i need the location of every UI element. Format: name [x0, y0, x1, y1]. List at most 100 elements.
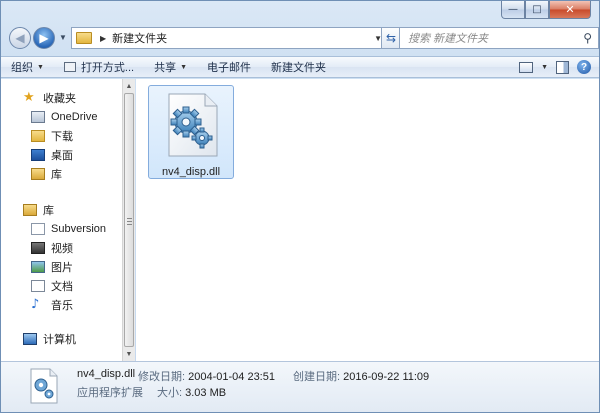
file-list[interactable]: nv4_disp.dll	[136, 79, 599, 361]
breadcrumb-chevron-icon[interactable]: ▶	[100, 34, 106, 43]
details-modified-value: 2004-01-04 23:51	[188, 371, 275, 383]
nav-libraries-label: 库	[43, 204, 54, 217]
download-folder-icon	[31, 129, 45, 142]
subversion-library-icon	[31, 222, 45, 235]
email-button[interactable]: 电子邮件	[197, 57, 261, 77]
details-size-value: 3.03 MB	[185, 387, 227, 399]
new-folder-label: 新建文件夹	[271, 62, 327, 74]
nav-item-onedrive[interactable]: OneDrive	[1, 107, 122, 126]
folder-icon	[76, 32, 92, 44]
details-created-value: 2016-09-22 11:09	[343, 371, 430, 383]
address-row: ◀ ▶ ▼ ▶ 新建文件夹 ▼ ⇆ 搜索 新建文件夹 ⚲	[9, 25, 599, 51]
open-with-label: 打开方式...	[80, 62, 135, 74]
nav-item-desktop[interactable]: 桌面	[1, 145, 122, 164]
open-with-icon	[63, 62, 76, 72]
chevron-down-icon: ▼	[37, 63, 44, 71]
star-icon: ★	[23, 90, 35, 105]
close-button[interactable]: ✕	[549, 1, 591, 19]
refresh-icon: ⇆	[385, 31, 397, 45]
navigation-scrollbar[interactable]: ▲ ▼	[122, 79, 135, 361]
nav-libraries[interactable]: 库	[1, 200, 122, 219]
favorites-group: ★ 收藏夹 OneDrive 下载 桌面 库	[1, 88, 122, 183]
nav-item-label: Subversion	[51, 222, 107, 235]
nav-item-label: 桌面	[51, 149, 73, 162]
details-pane: nv4_disp.dll 应用程序扩展 修改日期: 2004-01-04 23:…	[1, 361, 599, 412]
music-note-icon: ♪	[31, 297, 40, 312]
search-input[interactable]: 搜索 新建文件夹 ⚲	[399, 27, 599, 49]
search-placeholder: 搜索 新建文件夹	[408, 33, 489, 45]
explorer-window: — □ ✕ ◀ ▶ ▼ ▶ 新建文件夹 ▼ ⇆ 搜索 新建文件夹 ⚲ 组织 ▼ …	[0, 0, 600, 413]
share-label: 共享	[154, 62, 177, 74]
picture-icon	[31, 260, 45, 273]
video-icon	[31, 241, 45, 254]
dll-gear-icon	[30, 368, 58, 404]
nav-item-downloads[interactable]: 下载	[1, 126, 122, 145]
desktop-icon	[31, 148, 45, 161]
nav-item-music[interactable]: ♪ 音乐	[1, 295, 122, 314]
grip-line	[127, 221, 132, 222]
nav-item-library-shortcut[interactable]: 库	[1, 164, 122, 183]
details-size: 大小: 3.03 MB	[157, 384, 226, 400]
history-dropdown-icon[interactable]: ▼	[59, 33, 67, 42]
navigation-pane: ★ 收藏夹 OneDrive 下载 桌面 库 库 Subversion 视频 图…	[1, 79, 122, 361]
address-bar[interactable]: ▶ 新建文件夹 ▼	[71, 27, 389, 49]
caption-buttons: — □ ✕	[501, 1, 591, 19]
grip-line	[127, 218, 132, 219]
dll-gear-icon	[168, 93, 218, 157]
refresh-button[interactable]: ⇆	[381, 27, 401, 49]
library-icon	[31, 167, 45, 180]
details-created: 创建日期: 2016-09-22 11:09	[293, 368, 429, 384]
chevron-down-icon: ▼	[180, 63, 188, 71]
forward-button[interactable]: ▶	[33, 27, 55, 49]
grip-line	[127, 224, 132, 225]
scrollbar-thumb[interactable]	[124, 93, 134, 347]
open-with-button[interactable]: 打开方式...	[54, 57, 144, 77]
document-icon	[31, 279, 45, 292]
nav-item-videos[interactable]: 视频	[1, 238, 122, 257]
nav-item-subversion[interactable]: Subversion	[1, 219, 122, 238]
computer-group: 计算机	[1, 329, 122, 348]
libraries-group: 库 Subversion 视频 图片 文档 ♪ 音乐	[1, 200, 122, 314]
toolbar-right: ▼ ?	[519, 60, 599, 74]
nav-item-label: 音乐	[51, 299, 73, 312]
nav-item-label: 库	[51, 168, 62, 181]
file-item[interactable]: nv4_disp.dll	[148, 85, 234, 179]
computer-icon	[23, 332, 37, 345]
details-file-name: nv4_disp.dll	[77, 368, 136, 380]
nav-item-label: 图片	[51, 261, 73, 274]
library-icon	[23, 203, 37, 216]
preview-pane-icon[interactable]	[556, 60, 569, 74]
back-button[interactable]: ◀	[9, 27, 31, 49]
view-dropdown-icon[interactable]: ▼	[541, 64, 548, 71]
command-bar: 组织 ▼ 打开方式... 共享 ▼ 电子邮件 新建文件夹 ▼ ?	[1, 56, 599, 78]
new-folder-button[interactable]: 新建文件夹	[261, 57, 336, 77]
help-icon[interactable]: ?	[577, 60, 591, 74]
share-button[interactable]: 共享 ▼	[144, 57, 197, 77]
nav-item-documents[interactable]: 文档	[1, 276, 122, 295]
nav-item-label: 下载	[51, 130, 73, 143]
details-modified-label: 修改日期:	[138, 371, 186, 383]
nav-computer-label: 计算机	[43, 333, 76, 346]
scroll-up-icon[interactable]: ▲	[123, 79, 135, 93]
nav-favorites-label: 收藏夹	[43, 92, 76, 105]
search-icon[interactable]: ⚲	[583, 31, 592, 45]
details-created-label: 创建日期:	[293, 371, 341, 383]
email-label: 电子邮件	[207, 62, 252, 74]
change-view-icon[interactable]	[519, 61, 534, 73]
nav-favorites[interactable]: ★ 收藏夹	[1, 88, 122, 107]
organize-label: 组织	[11, 62, 33, 74]
maximize-button[interactable]: □	[525, 1, 549, 19]
onedrive-icon	[31, 110, 45, 123]
file-name[interactable]: nv4_disp.dll	[149, 166, 233, 178]
nav-item-pictures[interactable]: 图片	[1, 257, 122, 276]
breadcrumb-segment[interactable]: 新建文件夹	[112, 30, 167, 46]
nav-computer[interactable]: 计算机	[1, 329, 122, 348]
details-modified: 修改日期: 2004-01-04 23:51	[138, 368, 275, 384]
nav-item-label: 文档	[51, 280, 73, 293]
minimize-button[interactable]: —	[501, 1, 525, 19]
nav-item-label: 视频	[51, 242, 73, 255]
back-arrow-icon: ◀	[15, 31, 25, 45]
scroll-down-icon[interactable]: ▼	[123, 347, 135, 361]
details-size-label: 大小:	[157, 387, 183, 399]
organize-button[interactable]: 组织 ▼	[1, 57, 54, 77]
